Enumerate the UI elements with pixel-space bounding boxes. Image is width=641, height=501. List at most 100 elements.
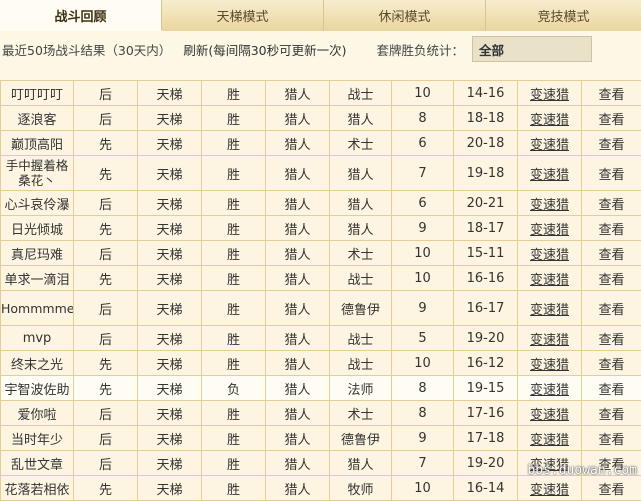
view-button-cell: 查看 (582, 131, 641, 156)
match-result-cell: 胜 (202, 451, 266, 476)
score-cell: 20-18 (454, 131, 518, 156)
deck-stats-label: 套牌胜负统计： (377, 40, 465, 59)
my-class-cell: 猎人 (266, 216, 330, 241)
view-button[interactable]: 查看 (598, 248, 624, 263)
opponent-class-cell: 战士 (330, 351, 392, 376)
play-order-cell: 后 (74, 291, 138, 326)
deck-link-cell: 变速猎 (518, 241, 582, 266)
deck-link[interactable]: 变速猎 (530, 113, 569, 128)
table-row: 花落若相依先天梯胜猎人牧师1016-14变速猎查看 (1, 476, 641, 501)
deck-link[interactable]: 变速猎 (530, 88, 569, 103)
opponent-name-cell: 手中握着格桑花丶 (1, 156, 74, 191)
score-cell: 14-16 (454, 81, 518, 106)
view-button-cell: 查看 (582, 106, 641, 131)
deck-link[interactable]: 变速猎 (530, 333, 569, 348)
tab-casual-mode[interactable]: 休闲模式 (324, 0, 486, 31)
deck-link[interactable]: 变速猎 (530, 138, 569, 153)
opponent-name-cell: 叮叮叮叮 (1, 81, 74, 106)
game-mode-cell: 天梯 (138, 156, 202, 191)
tab-battle-review[interactable]: 战斗回顾 (0, 0, 162, 31)
table-row: 心斗哀伶瀑后天梯胜猎人猎人620-21变速猎查看 (1, 191, 641, 216)
table-row: 单求一滴泪先天梯胜猎人战士1016-16变速猎查看 (1, 266, 641, 291)
view-button-cell: 查看 (582, 351, 641, 376)
my-class-cell: 猎人 (266, 351, 330, 376)
opponent-name-cell: 逐浪客 (1, 106, 74, 131)
deck-link-cell: 变速猎 (518, 191, 582, 216)
turn-count-cell: 5 (392, 326, 454, 351)
opponent-class-cell: 猎人 (330, 451, 392, 476)
view-button[interactable]: 查看 (598, 88, 624, 103)
score-cell: 19-20 (454, 451, 518, 476)
opponent-name-cell: 巅顶高阳 (1, 131, 74, 156)
view-button[interactable]: 查看 (598, 168, 624, 183)
view-button-cell: 查看 (582, 476, 641, 501)
view-button[interactable]: 查看 (598, 303, 624, 318)
match-result-cell: 胜 (202, 81, 266, 106)
view-button-cell: 查看 (582, 191, 641, 216)
opponent-class-cell: 德鲁伊 (330, 426, 392, 451)
view-button-cell: 查看 (582, 376, 641, 401)
deck-link-cell: 变速猎 (518, 426, 582, 451)
deck-link-cell: 变速猎 (518, 476, 582, 501)
opponent-name-cell: 乱世文章 (1, 451, 74, 476)
deck-link[interactable]: 变速猎 (530, 303, 569, 318)
play-order-cell: 后 (74, 106, 138, 131)
deck-link[interactable]: 变速猎 (530, 383, 569, 398)
opponent-class-cell: 术士 (330, 401, 392, 426)
refresh-button[interactable]: 刷新(每间隔30秒可更新一次) (183, 40, 346, 59)
opponent-class-cell: 猎人 (330, 191, 392, 216)
deck-link-cell: 变速猎 (518, 401, 582, 426)
deck-link[interactable]: 变速猎 (530, 483, 569, 498)
tab-ladder-mode[interactable]: 天梯模式 (162, 0, 324, 31)
my-class-cell: 猎人 (266, 401, 330, 426)
view-button[interactable]: 查看 (598, 483, 624, 498)
turn-count-cell: 10 (392, 81, 454, 106)
deck-link[interactable]: 变速猎 (530, 408, 569, 423)
view-button[interactable]: 查看 (598, 138, 624, 153)
play-order-cell: 先 (74, 131, 138, 156)
turn-count-cell: 7 (392, 156, 454, 191)
table-row: 终末之光先天梯胜猎人战士1016-12变速猎查看 (1, 351, 641, 376)
score-cell: 16-17 (454, 291, 518, 326)
deck-link[interactable]: 变速猎 (530, 198, 569, 213)
my-class-cell: 猎人 (266, 291, 330, 326)
table-row: 逐浪客后天梯胜猎人猎人818-18变速猎查看 (1, 106, 641, 131)
view-button[interactable]: 查看 (598, 408, 624, 423)
table-row: 日光倾城先天梯胜猎人猎人918-17变速猎查看 (1, 216, 641, 241)
deck-link[interactable]: 变速猎 (530, 248, 569, 263)
deck-link-cell: 变速猎 (518, 291, 582, 326)
game-mode-cell: 天梯 (138, 216, 202, 241)
game-mode-cell: 天梯 (138, 131, 202, 156)
match-result-cell: 胜 (202, 131, 266, 156)
view-button-cell: 查看 (582, 426, 641, 451)
view-button[interactable]: 查看 (598, 433, 624, 448)
deck-link[interactable]: 变速猎 (530, 223, 569, 238)
view-button[interactable]: 查看 (598, 113, 624, 128)
view-button-cell: 查看 (582, 326, 641, 351)
my-class-cell: 猎人 (266, 326, 330, 351)
score-cell: 19-20 (454, 326, 518, 351)
tab-arena-mode[interactable]: 竞技模式 (486, 0, 641, 31)
deck-link[interactable]: 变速猎 (530, 433, 569, 448)
game-mode-cell: 天梯 (138, 241, 202, 266)
opponent-name-cell: 宇智波佐助 (1, 376, 74, 401)
game-mode-cell: 天梯 (138, 426, 202, 451)
match-result-cell: 负 (202, 376, 266, 401)
view-button[interactable]: 查看 (598, 383, 624, 398)
game-mode-cell: 天梯 (138, 376, 202, 401)
view-button[interactable]: 查看 (598, 333, 624, 348)
deck-link[interactable]: 变速猎 (530, 168, 569, 183)
view-button[interactable]: 查看 (598, 198, 624, 213)
deck-link-cell: 变速猎 (518, 216, 582, 241)
play-order-cell: 后 (74, 241, 138, 266)
view-button[interactable]: 查看 (598, 223, 624, 238)
deck-stats-select[interactable]: 全部 (472, 36, 592, 62)
turn-count-cell: 10 (392, 266, 454, 291)
turn-count-cell: 10 (392, 351, 454, 376)
deck-link[interactable]: 变速猎 (530, 273, 569, 288)
deck-link[interactable]: 变速猎 (530, 358, 569, 373)
my-class-cell: 猎人 (266, 241, 330, 266)
view-button[interactable]: 查看 (598, 273, 624, 288)
play-order-cell: 先 (74, 266, 138, 291)
view-button[interactable]: 查看 (598, 358, 624, 373)
